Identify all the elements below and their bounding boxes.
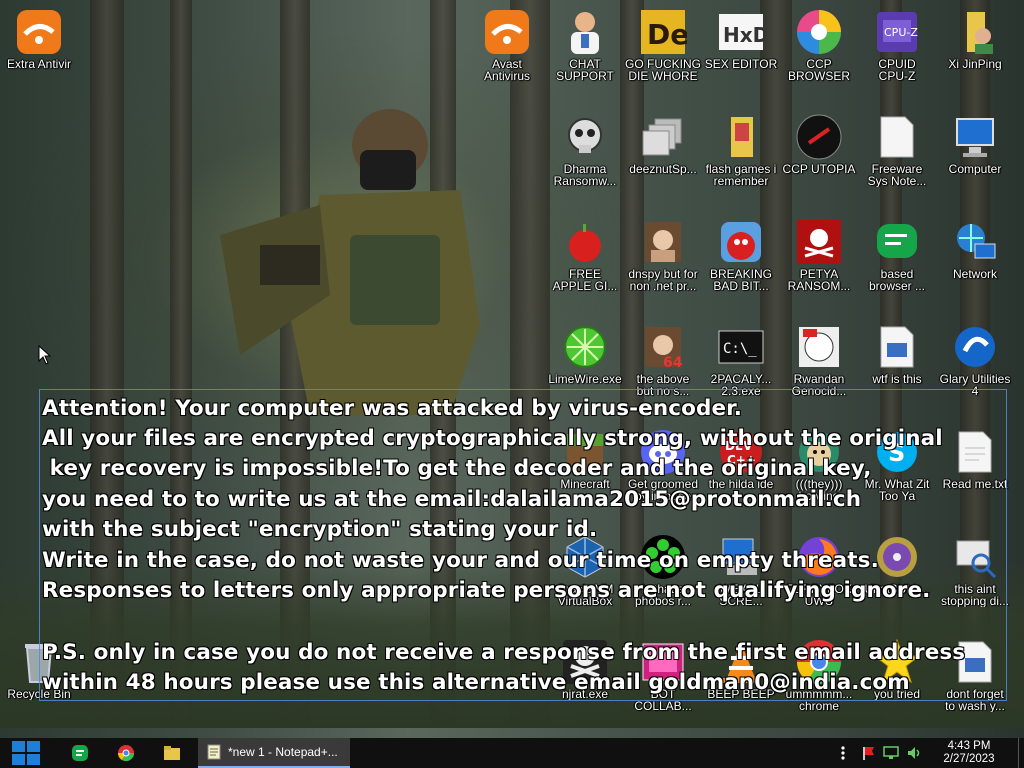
desktop-icon-breaking-bad[interactable]: BREAKING BAD BIT... <box>702 214 780 314</box>
ransom-line: All your files are encrypted cryptograph… <box>42 426 943 451</box>
svg-text:De: De <box>647 18 687 51</box>
network-globe-icon <box>951 218 999 266</box>
chrome-icon <box>117 745 135 762</box>
console-icon: C:\_ <box>717 323 765 371</box>
apple-icon <box>561 218 609 266</box>
ransom-line: Responses to letters only appropriate pe… <box>42 578 931 603</box>
ransom-line: with the subject "encryption" stating yo… <box>42 517 598 542</box>
green-chat-icon <box>72 745 88 761</box>
notepad-icon <box>207 744 221 760</box>
taskbar-pinned-chrome[interactable] <box>110 738 142 768</box>
desktop-icon-freeware[interactable]: Freeware Sys Note... <box>858 109 936 209</box>
user-folder-icon <box>951 8 999 56</box>
desktop-icon-cpuid[interactable]: CPU-Z CPUID CPU-Z <box>858 4 936 104</box>
desktop-icon-dharma[interactable]: Dharma Ransomw... <box>546 109 624 209</box>
de-logo-icon: De <box>639 8 689 56</box>
svg-text:64: 64 <box>663 355 683 371</box>
desktop-icon-extra-antivir[interactable]: Extra Antivir <box>0 4 78 104</box>
tray-overflow-button[interactable] <box>836 738 850 768</box>
desktop-icon-flash-games[interactable]: flash games i remember <box>702 109 780 209</box>
antivirus-icon <box>483 8 531 56</box>
network-icon <box>883 746 899 759</box>
desktop-icon-go-die[interactable]: De GO FUCKING DIE WHORE <box>624 4 702 104</box>
hxd-icon: HxD <box>717 8 769 56</box>
settings-document-icon <box>873 323 921 371</box>
desktop-icon-ccp-utopia[interactable]: CCP UTOPIA <box>780 109 858 209</box>
red-skull-icon <box>795 218 843 266</box>
tray-network[interactable] <box>880 738 902 768</box>
mouse-cursor <box>38 345 52 365</box>
angry-bird-icon <box>717 218 765 266</box>
ransom-line: P.S. only in case you do not receive a r… <box>42 640 966 665</box>
tray-flag[interactable] <box>858 738 878 768</box>
meme-face-icon <box>795 323 843 371</box>
portrait-64-icon: 64 <box>639 323 687 371</box>
taskbar-window-title: *new 1 - Notepad+... <box>228 745 338 759</box>
clock-date: 2/27/2023 <box>943 753 995 765</box>
taskbar-window-notepadpp[interactable]: *new 1 - Notepad+... <box>198 738 350 768</box>
svg-text:C:\_: C:\_ <box>723 341 757 357</box>
taskbar-pinned-chat[interactable] <box>64 738 96 768</box>
tray-clock[interactable]: 4:43 PM 2/27/2023 <box>932 738 1006 768</box>
show-desktop-button[interactable] <box>1018 738 1024 768</box>
ransom-line: you need to to write us at the email:dal… <box>42 487 862 512</box>
desktop-icon-dnspy[interactable]: dnspy but for non .net pr... <box>624 214 702 314</box>
computer-icon <box>951 113 999 161</box>
windows-logo-icon <box>12 741 40 765</box>
antivirus-icon <box>15 8 63 56</box>
vertical-dots-icon <box>841 746 845 760</box>
desktop-icon-computer[interactable]: Computer <box>936 109 1014 209</box>
taskbar: *new 1 - Notepad+... 4:43 PM 2/27/2023 <box>0 738 1024 768</box>
dark-emblem-icon <box>795 113 843 161</box>
colorful-browser-icon <box>795 8 843 56</box>
taskbar-pinned-explorer[interactable] <box>156 738 188 768</box>
cpu-z-icon: CPU-Z <box>873 8 921 56</box>
document-icon <box>873 113 921 161</box>
folder-icon <box>717 113 765 161</box>
stacked-windows-icon <box>639 113 687 161</box>
clock-time: 4:43 PM <box>947 740 991 752</box>
folder-icon <box>164 746 180 760</box>
desktop-icon-free-apple[interactable]: FREE APPLE GI... <box>546 214 624 314</box>
speaker-icon <box>908 747 920 759</box>
desktop-icon-sex-editor[interactable]: HxD SEX EDITOR <box>702 4 780 104</box>
svg-text:CPU-Z: CPU-Z <box>884 26 918 39</box>
lime-icon <box>561 323 609 371</box>
svg-text:HxD: HxD <box>723 23 765 47</box>
doctor-icon <box>561 8 609 56</box>
desktop-icon-xi-jinping[interactable]: Xi JinPing <box>936 4 1014 104</box>
ransom-line: within 48 hours please use this alternat… <box>42 670 910 695</box>
desktop-icon-network[interactable]: Network <box>936 214 1014 314</box>
desktop-icon-ccp-browser[interactable]: CCP BROWSER <box>780 4 858 104</box>
tray-volume[interactable] <box>904 738 926 768</box>
red-flag-icon <box>863 747 874 760</box>
desktop-icon-petya[interactable]: PETYA RANSOM... <box>780 214 858 314</box>
ransom-line: Attention! Your computer was attacked by… <box>42 396 743 421</box>
ransom-line: key recovery is impossible!To get the de… <box>42 456 872 481</box>
portrait-icon <box>639 218 687 266</box>
ransom-line: Write in the case, do not waste your and… <box>42 548 879 573</box>
desktop-icon-chat-support[interactable]: CHAT SUPPORT <box>546 4 624 104</box>
glary-swirl-icon <box>951 323 999 371</box>
desktop-icon-deeznut[interactable]: deeznutSp... <box>624 109 702 209</box>
start-button[interactable] <box>6 738 46 768</box>
desktop-icon-avast[interactable]: Avast Antivirus <box>468 4 546 104</box>
desktop-icon-based-browser[interactable]: based browser ... <box>858 214 936 314</box>
ransom-note: Attention! Your computer was attacked by… <box>39 389 1007 701</box>
skull-icon <box>561 113 609 161</box>
chat-bubble-icon <box>873 218 921 266</box>
